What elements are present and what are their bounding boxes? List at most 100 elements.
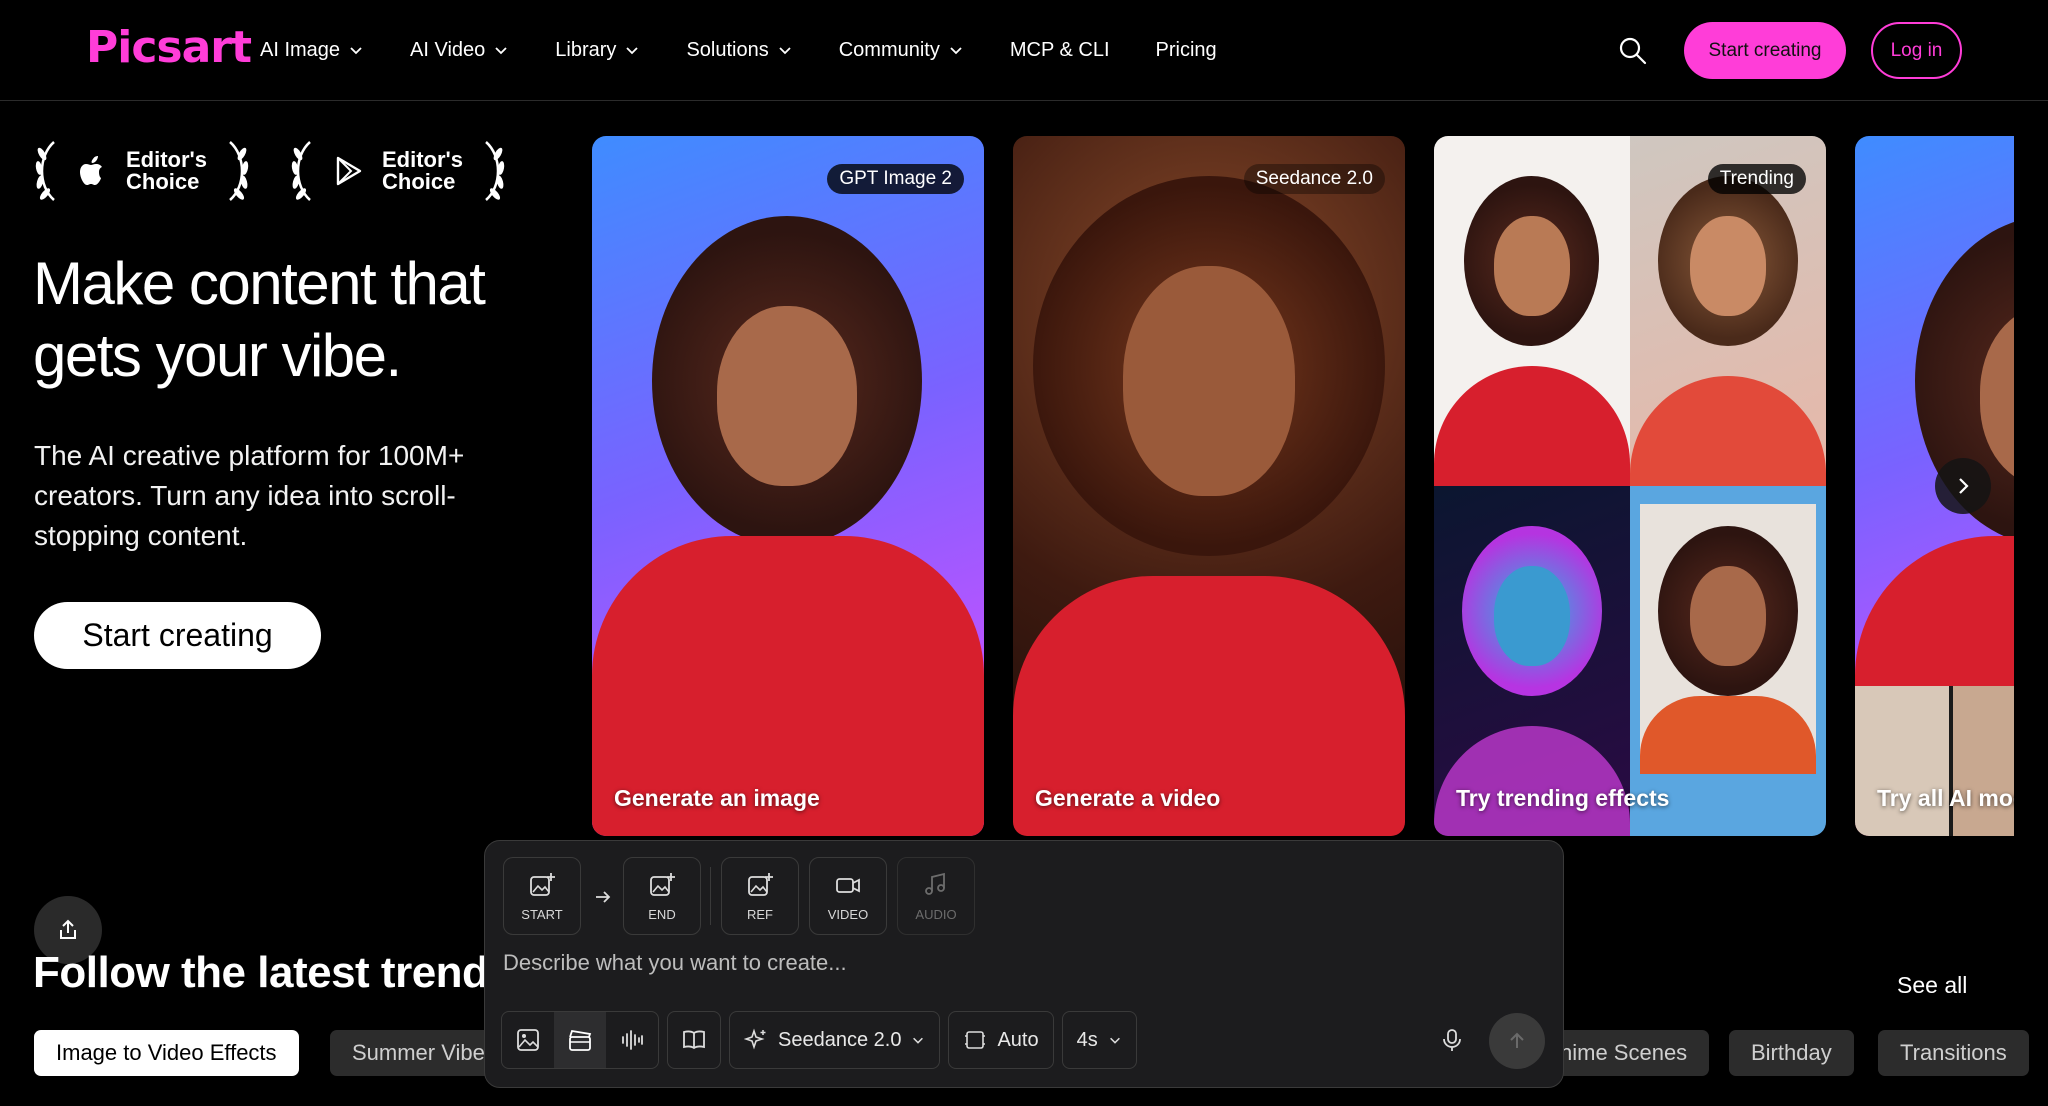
arrow-right-icon bbox=[596, 891, 611, 903]
card-generate-image[interactable]: GPT Image 2 Generate an image bbox=[592, 136, 984, 836]
laurel-left-icon bbox=[35, 141, 55, 201]
apple-editors-choice-badge: Editor's Choice bbox=[32, 136, 252, 206]
duration-label: 4s bbox=[1076, 1028, 1098, 1051]
nav-label: Solutions bbox=[686, 38, 769, 61]
hero-title: Make content that gets your vibe. bbox=[33, 250, 486, 389]
video-input-button[interactable]: VIDEO bbox=[809, 857, 887, 935]
search-icon[interactable] bbox=[1616, 34, 1650, 68]
book-icon bbox=[683, 1030, 705, 1050]
chevron-down-icon bbox=[350, 47, 362, 55]
model-label: Seedance 2.0 bbox=[778, 1028, 902, 1051]
laurel-right-icon bbox=[229, 141, 249, 201]
frame-icon bbox=[965, 1031, 986, 1049]
prompt-input[interactable] bbox=[503, 945, 1403, 981]
prompt-composer: START END REF VIDEO AUDIO Describe what … bbox=[484, 840, 1564, 1088]
video-camera-icon bbox=[836, 877, 860, 893]
image-icon bbox=[517, 1029, 539, 1051]
card-caption: Generate an image bbox=[614, 785, 820, 811]
image-add-icon bbox=[748, 872, 773, 896]
trends-title: Follow the latest trends bbox=[33, 948, 513, 997]
chevron-right-icon bbox=[1959, 478, 1969, 494]
laurel-right-icon bbox=[485, 141, 505, 201]
google-play-icon bbox=[336, 156, 362, 186]
start-creating-header-button[interactable]: Start creating bbox=[1684, 22, 1846, 79]
aspect-label: Auto bbox=[997, 1028, 1039, 1051]
nav-library[interactable]: Library bbox=[555, 39, 640, 62]
toolbar-divider bbox=[710, 867, 711, 925]
duration-selector[interactable]: 4s bbox=[1061, 1011, 1137, 1069]
audio-input-button[interactable]: AUDIO bbox=[897, 857, 975, 935]
sparkle-icon bbox=[744, 1028, 766, 1050]
image-add-icon bbox=[650, 872, 675, 896]
aspect-ratio-selector[interactable]: Auto bbox=[948, 1011, 1054, 1069]
chip-transitions[interactable]: Transitions bbox=[1878, 1030, 2029, 1076]
nav-label: AI Image bbox=[260, 38, 341, 61]
card-caption: Try trending effects bbox=[1456, 785, 1670, 811]
card-trending-effects[interactable]: Trending Try trending effects bbox=[1434, 136, 1826, 836]
model-tag: GPT Image 2 bbox=[827, 164, 964, 194]
neon-effect-image bbox=[1434, 486, 1630, 836]
chevron-down-icon bbox=[913, 1037, 924, 1044]
nav-label: Community bbox=[838, 38, 940, 61]
microphone-icon[interactable] bbox=[1439, 1027, 1465, 1053]
nav-label: MCP & CLI bbox=[1009, 38, 1110, 61]
see-all-link[interactable]: See all bbox=[1897, 972, 1967, 999]
model-tag: Seedance 2.0 bbox=[1243, 164, 1385, 194]
chip-image-to-video-effects[interactable]: Image to Video Effects bbox=[34, 1030, 299, 1076]
award-label: Editor's Choice bbox=[382, 147, 464, 194]
main-nav: AI Image AI Video Library Solutions Comm… bbox=[260, 0, 1263, 100]
apple-icon bbox=[80, 156, 102, 185]
award-label: Editor's Choice bbox=[126, 147, 208, 194]
chevron-down-icon bbox=[626, 47, 639, 55]
start-frame-button[interactable]: START bbox=[503, 857, 581, 935]
effects-collage bbox=[1434, 136, 1826, 836]
nav-label: Pricing bbox=[1155, 38, 1217, 61]
nav-pricing[interactable]: Pricing bbox=[1156, 39, 1217, 62]
reference-button[interactable]: REF bbox=[721, 857, 799, 935]
chip-anime-scenes[interactable]: nime Scenes bbox=[1540, 1030, 1710, 1076]
mode-switcher bbox=[501, 1011, 659, 1069]
nav-solutions[interactable]: Solutions bbox=[686, 39, 792, 62]
clapperboard-icon bbox=[569, 1029, 592, 1051]
chevron-down-icon bbox=[495, 47, 507, 55]
end-frame-button[interactable]: END bbox=[623, 857, 701, 935]
image-mode-button[interactable] bbox=[502, 1012, 554, 1068]
login-button[interactable]: Log in bbox=[1871, 22, 1962, 79]
hero-subtitle: The AI creative platform for 100M+ creat… bbox=[34, 440, 465, 551]
chip-birthday[interactable]: Birthday bbox=[1729, 1030, 1854, 1076]
library-button[interactable] bbox=[667, 1011, 721, 1069]
nav-ai-image[interactable]: AI Image bbox=[260, 39, 364, 62]
music-note-icon bbox=[925, 872, 945, 895]
chevron-down-icon bbox=[950, 47, 962, 55]
start-creating-hero-button[interactable]: Start creating bbox=[34, 602, 321, 669]
video-mode-button[interactable] bbox=[554, 1012, 606, 1068]
nav-mcp-cli[interactable]: MCP & CLI bbox=[1010, 39, 1110, 62]
chevron-down-icon bbox=[1109, 1037, 1120, 1044]
chevron-down-icon bbox=[779, 47, 791, 55]
card-generate-video[interactable]: Seedance 2.0 Generate a video bbox=[1013, 136, 1405, 836]
tool-label: AUDIO bbox=[915, 906, 957, 922]
arrow-up-icon bbox=[1510, 1032, 1524, 1048]
nav-ai-video[interactable]: AI Video bbox=[410, 39, 509, 62]
audio-mode-button[interactable] bbox=[606, 1012, 658, 1068]
share-icon bbox=[60, 919, 76, 939]
top-header: Picsart AI Image AI Video Library Soluti… bbox=[0, 0, 2048, 101]
composer-controls: Seedance 2.0 Auto 4s bbox=[501, 1011, 1137, 1069]
google-play-editors-choice-badge: Editor's Choice bbox=[288, 136, 508, 206]
nav-label: AI Video bbox=[410, 38, 486, 61]
chip-summer-vibe[interactable]: Summer Vibe bbox=[330, 1030, 507, 1076]
tool-label: START bbox=[521, 906, 563, 922]
card-caption: Try all AI moc bbox=[1877, 785, 2014, 811]
model-thumbnails bbox=[1855, 686, 2014, 836]
laurel-left-icon bbox=[291, 141, 311, 201]
model-selector[interactable]: Seedance 2.0 bbox=[729, 1011, 941, 1069]
tool-label: VIDEO bbox=[827, 906, 869, 922]
feature-carousel: GPT Image 2 Generate an image Seedance 2… bbox=[592, 136, 2014, 836]
portrait-image bbox=[1013, 176, 1405, 836]
nav-community[interactable]: Community bbox=[839, 39, 964, 62]
send-button[interactable] bbox=[1489, 1013, 1545, 1069]
nav-label: Library bbox=[555, 38, 617, 61]
picsart-logo[interactable]: Picsart bbox=[86, 22, 252, 73]
cartoon-effect-image bbox=[1434, 136, 1630, 486]
carousel-next-button[interactable] bbox=[1935, 458, 1991, 514]
